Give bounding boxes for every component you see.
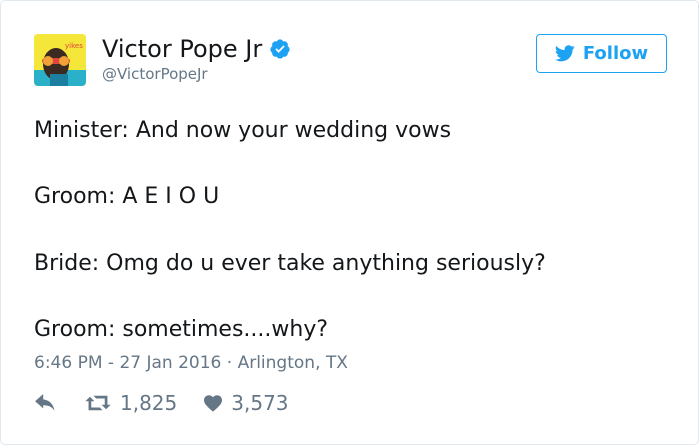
tweet-card: yikes Victor Pope Jr @VictorPopeJr Follo… [0,0,699,445]
heart-icon [203,394,223,412]
tweet-line: Bride: Omg do u ever take anything serio… [34,251,546,276]
tweet-location[interactable]: Arlington, TX [238,353,348,373]
follow-label: Follow [582,43,649,64]
retweet-count: 1,825 [120,391,178,415]
tweet-line: Groom: sometimes....why? [34,317,329,342]
verified-badge-icon [269,38,291,60]
tweet-time[interactable]: 6:46 PM [34,353,103,373]
user-handle[interactable]: @VictorPopeJr [102,65,208,83]
tweet-actions: 1,825 3,573 [34,391,289,415]
like-count: 3,573 [231,391,289,415]
tweet-meta: 6:46 PM - 27 Jan 2016 · Arlington, TX [34,353,348,373]
avatar-image: yikes [34,34,86,86]
retweet-button[interactable]: 1,825 [84,391,177,415]
name-row: Victor Pope Jr [102,35,291,63]
tweet-line: Minister: And now your wedding vows [34,118,452,143]
tweet-date[interactable]: 27 Jan 2016 [119,353,221,373]
avatar[interactable]: yikes [34,34,86,86]
twitter-bird-icon [554,45,575,62]
avatar-text: yikes [65,42,83,50]
like-button[interactable]: 3,573 [203,391,289,415]
display-name[interactable]: Victor Pope Jr [102,35,262,63]
reply-icon[interactable] [34,394,56,412]
follow-button[interactable]: Follow [536,34,667,73]
tweet-line: Groom: A E I O U [34,184,220,209]
retweet-icon [84,394,112,412]
